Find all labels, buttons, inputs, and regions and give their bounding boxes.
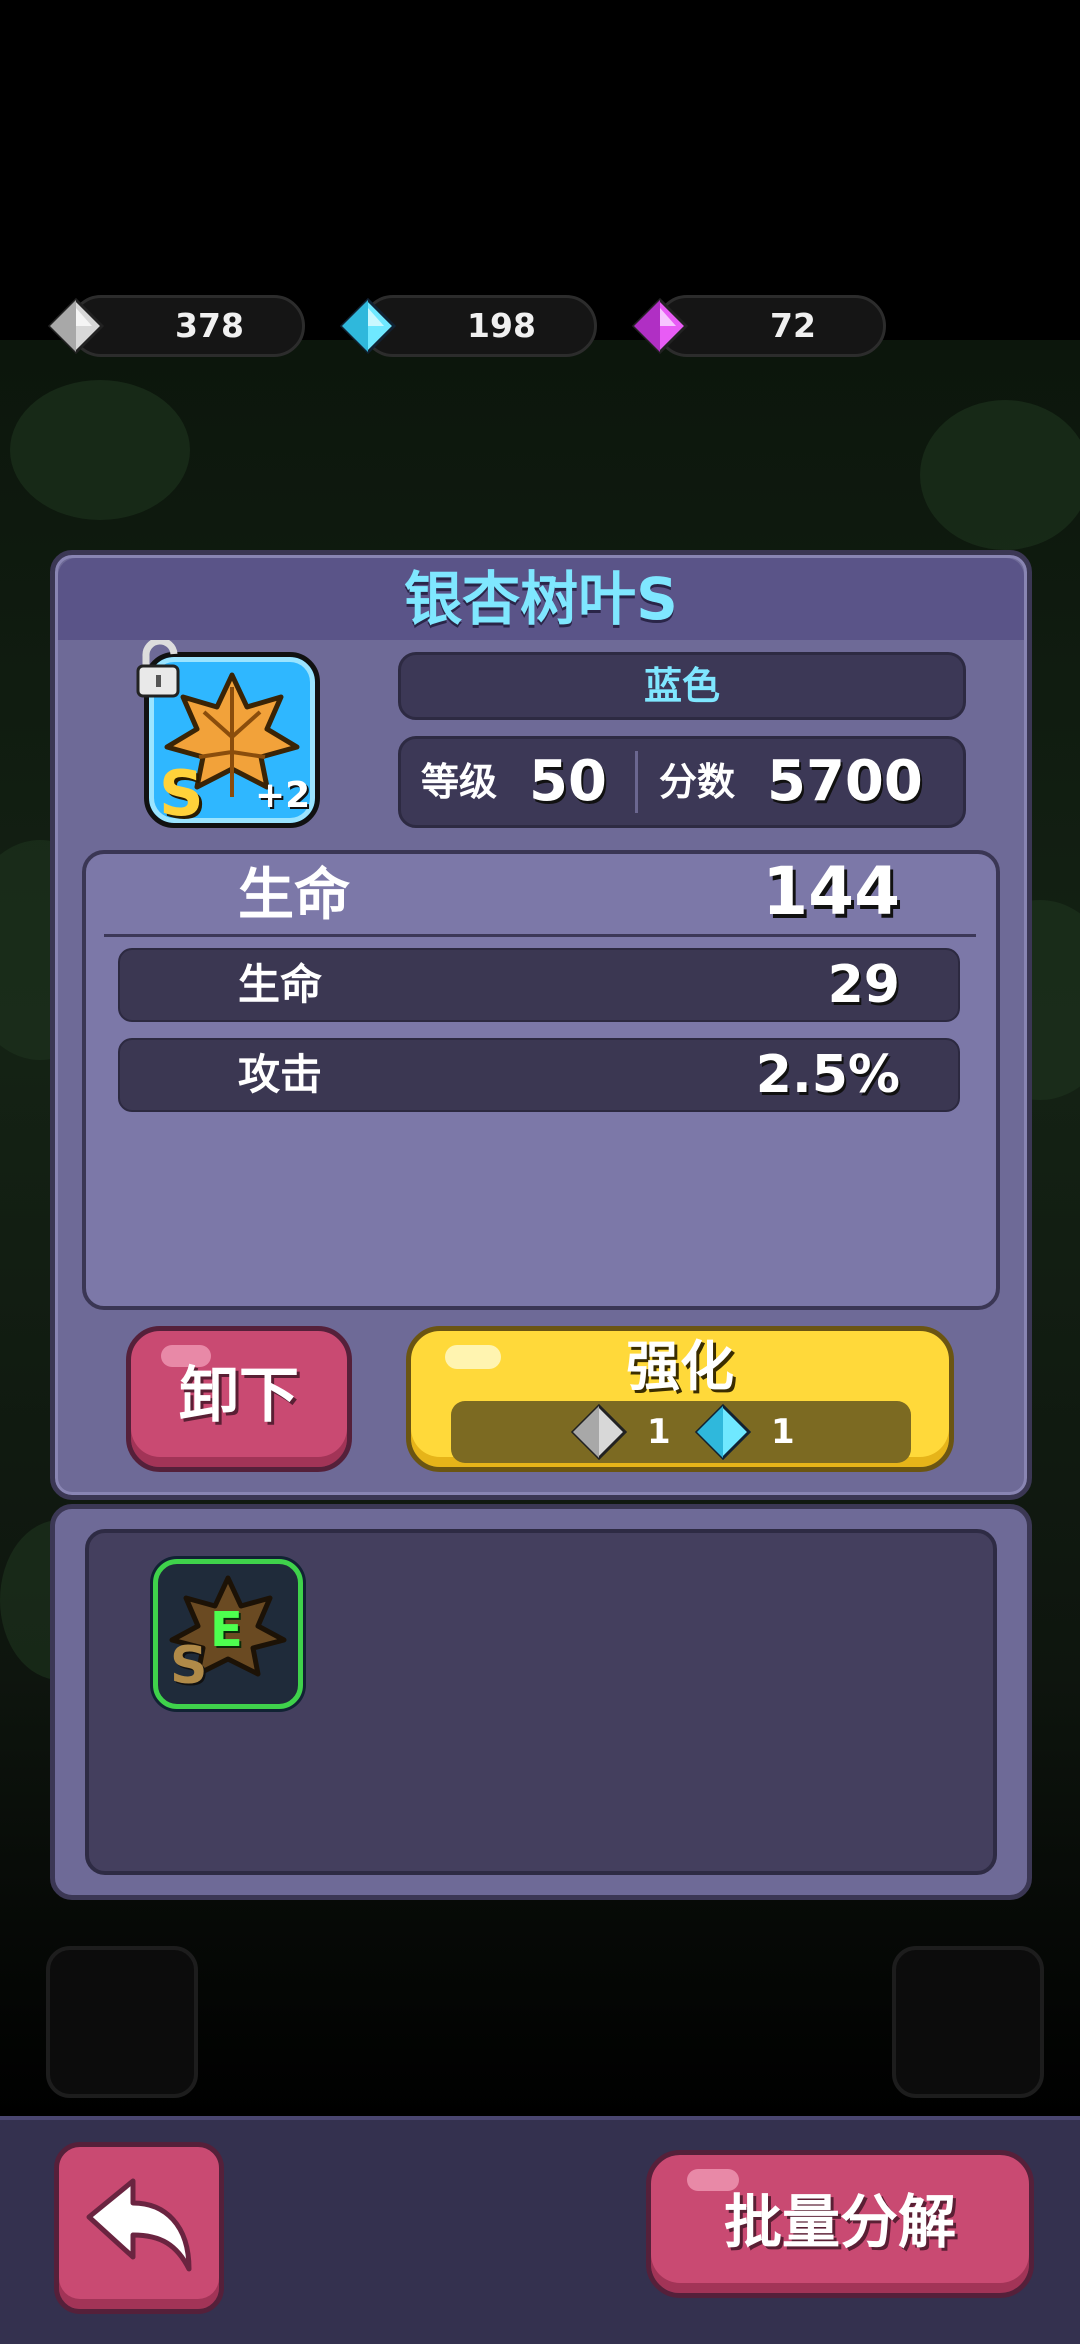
main-stat-label: 生命 <box>238 863 350 928</box>
cost-amount: 1 <box>647 1412 671 1452</box>
currency-silver: 378 <box>70 295 305 357</box>
bulk-decompose-button[interactable]: 批量分解 <box>646 2150 1034 2298</box>
cost-amount: 1 <box>771 1412 795 1452</box>
panel-header: 银杏树叶S <box>58 558 1024 640</box>
back-arrow-icon <box>86 2178 192 2272</box>
grade-letter: S <box>159 757 204 830</box>
bulk-decompose-label: 批量分解 <box>723 2188 956 2256</box>
main-stat-value: 144 <box>762 853 900 930</box>
item-name: 银杏树叶S <box>404 565 678 633</box>
enhance-cost-bar: 1 1 <box>451 1401 911 1463</box>
color-pill: 蓝色 <box>398 652 966 720</box>
inventory-item-slot[interactable]: S E <box>153 1559 303 1709</box>
sub-stat-row: 生命 29 <box>118 948 960 1022</box>
faded-background-controls <box>46 1946 198 2098</box>
sub-stat-value: 29 <box>827 955 900 1015</box>
sub-stat-label: 生命 <box>238 960 323 1009</box>
enhance-label: 强化 <box>626 1335 734 1398</box>
item-grade-letter: S <box>170 1636 208 1696</box>
item-badge: E <box>210 1602 243 1658</box>
silver-gem-icon <box>571 1404 627 1460</box>
level-label: 等级 <box>421 760 498 804</box>
enhance-button[interactable]: 强化 1 1 <box>406 1326 954 1472</box>
sub-stat-value: 2.5% <box>755 1045 900 1105</box>
pill-divider <box>635 751 638 813</box>
currency-cyan: 198 <box>362 295 597 357</box>
silver-gem-icon <box>48 298 104 354</box>
currency-purple: 72 <box>656 295 886 357</box>
back-button[interactable] <box>54 2142 224 2314</box>
score-value: 5700 <box>767 749 923 814</box>
plus-level: +2 <box>255 775 311 816</box>
sub-stat-label: 攻击 <box>238 1050 323 1099</box>
unequip-button[interactable]: 卸下 <box>126 1326 352 1472</box>
inventory-panel: S E <box>50 1504 1032 1900</box>
cyan-gem-icon <box>695 1404 751 1460</box>
level-score-pill: 等级 50 分数 5700 <box>398 736 966 828</box>
sub-stat-row: 攻击 2.5% <box>118 1038 960 1112</box>
unlock-icon[interactable] <box>132 640 188 700</box>
score-label: 分数 <box>659 760 736 804</box>
unequip-label: 卸下 <box>179 1361 299 1431</box>
faded-background-controls <box>892 1946 1044 2098</box>
cyan-gem-icon <box>340 298 396 354</box>
color-label: 蓝色 <box>643 664 720 708</box>
purple-gem-icon <box>632 298 688 354</box>
stats-divider <box>104 934 976 937</box>
inventory-grid: S E <box>85 1529 997 1875</box>
level-value: 50 <box>529 749 607 814</box>
